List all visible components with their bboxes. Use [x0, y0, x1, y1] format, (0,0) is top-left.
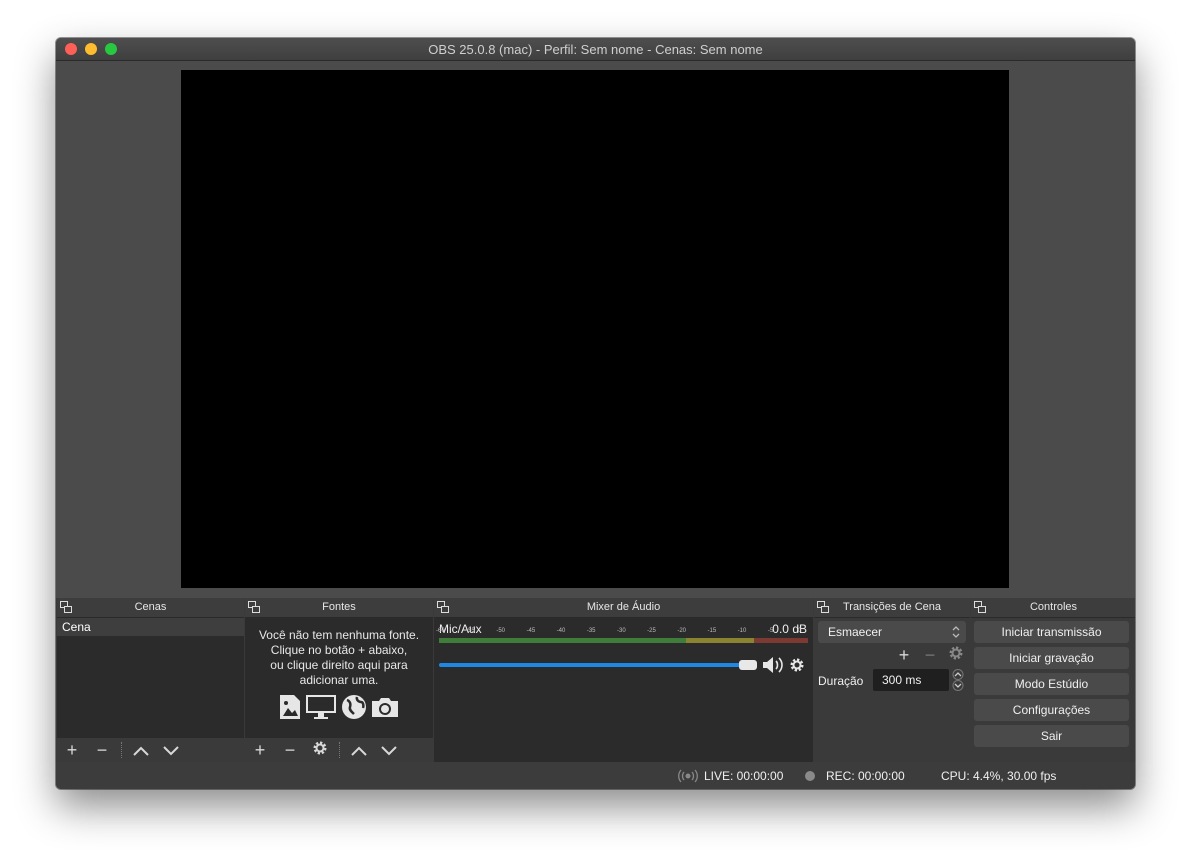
undock-icon[interactable] [817, 601, 829, 613]
undock-icon[interactable] [248, 601, 260, 613]
move-source-down-button[interactable] [376, 738, 402, 762]
mixer-dock-header: Mixer de Áudio [434, 598, 813, 618]
hint-line: adicionar uma. [299, 673, 379, 687]
meter-tick-label: -5 [767, 628, 774, 634]
transition-select[interactable]: Esmaecer [818, 621, 966, 643]
transition-select-value: Esmaecer [828, 625, 883, 639]
globe-icon [341, 695, 366, 719]
hint-line: Clique no botão + abaixo, [270, 643, 408, 657]
broadcast-icon [678, 769, 698, 783]
volume-meter [439, 638, 808, 643]
meter-tick-label: -25 [647, 628, 656, 634]
scenes-dock-header: Cenas [57, 598, 244, 618]
meter-tick-label: -40 [556, 628, 566, 634]
remove-source-button[interactable]: − [277, 738, 303, 762]
title-bar: OBS 25.0.8 (mac) - Perfil: Sem nome - Ce… [56, 38, 1135, 61]
add-scene-button[interactable]: + [59, 738, 85, 762]
start-streaming-button[interactable]: Iniciar transmissão [974, 621, 1129, 643]
move-scene-up-button[interactable] [128, 738, 154, 762]
sources-toolbar: + − [245, 738, 433, 762]
undock-icon[interactable] [437, 601, 449, 613]
remove-transition-button[interactable]: − [917, 643, 943, 667]
meter-tick-label: -50 [496, 628, 505, 634]
chevron-down-icon [381, 746, 397, 756]
start-recording-button[interactable]: Iniciar gravação [974, 647, 1129, 669]
toolbar-separator [339, 742, 341, 758]
duration-label: Duração [818, 674, 864, 688]
remove-scene-button[interactable]: − [89, 738, 115, 762]
meter-ticks: -60 -55 -50 -45 -40 -35 -30 -25 -20 -15 -10 -5 0 [436, 628, 808, 638]
transition-properties-button[interactable] [943, 643, 969, 667]
controls-dock-header: Controles [971, 598, 1135, 618]
audio-mixer-dock: Mixer de Áudio Mic/Aux 0.0 dB -60 -55 -50-… [433, 598, 813, 762]
controls-dock: Controles Iniciar transmissão Iniciar gr… [970, 598, 1135, 762]
speaker-icon[interactable] [761, 656, 785, 674]
meter-tick-label: -20 [677, 628, 686, 634]
window-title: OBS 25.0.8 (mac) - Perfil: Sem nome - Ce… [428, 42, 763, 57]
toolbar-separator [121, 742, 123, 758]
live-timer: LIVE: 00:00:00 [704, 769, 784, 783]
gear-icon [313, 741, 327, 755]
transitions-dock-header: Transições de Cena [814, 598, 970, 618]
meter-tick-label: -10 [737, 628, 747, 634]
exit-button[interactable]: Sair [974, 725, 1129, 747]
add-transition-button[interactable]: + [891, 643, 917, 667]
hint-line: ou clique direito aqui para [270, 658, 408, 672]
meter-tick-label: -55 [466, 628, 475, 634]
gear-icon [949, 646, 963, 660]
status-bar: LIVE: 00:00:00 REC: 00:00:00 CPU: 4.4%, … [56, 762, 1135, 789]
move-scene-down-button[interactable] [158, 738, 184, 762]
meter-tick-label: -35 [586, 628, 596, 634]
no-sources-hint[interactable]: Você não tem nenhuma fonte. Clique no bo… [245, 618, 433, 724]
source-properties-button[interactable] [307, 738, 333, 762]
monitor-icon [306, 695, 337, 719]
duration-stepper-icon[interactable] [951, 669, 965, 691]
sources-dock: Fontes Você não tem nenhuma fonte. Cliqu… [244, 598, 433, 762]
meter-tick-label: 0 [798, 628, 802, 634]
scenes-dock-title: Cenas [134, 601, 167, 613]
volume-slider[interactable] [439, 659, 759, 671]
meter-tick-label: -60 [436, 628, 445, 634]
meter-tick-label: -15 [707, 628, 717, 634]
rec-timer: REC: 00:00:00 [826, 769, 905, 783]
rec-indicator-icon [805, 771, 815, 781]
image-icon [279, 695, 300, 719]
sources-dock-title: Fontes [322, 601, 356, 613]
move-source-up-button[interactable] [346, 738, 372, 762]
source-type-icons [245, 694, 433, 724]
undock-icon[interactable] [974, 601, 986, 613]
transitions-dock: Transições de Cena Esmaecer + − Duração … [813, 598, 970, 762]
scenes-dock: Cenas Cena + − [56, 598, 244, 762]
sources-dock-header: Fontes [245, 598, 433, 618]
hint-line: Você não tem nenhuma fonte. [258, 628, 420, 642]
transitions-dock-title: Transições de Cena [842, 601, 942, 613]
controls-dock-title: Controles [1029, 601, 1078, 613]
meter-tick-label: -45 [526, 628, 536, 634]
undock-icon[interactable] [60, 601, 72, 613]
studio-mode-button[interactable]: Modo Estúdio [974, 673, 1129, 695]
mixer-dock-title: Mixer de Áudio [586, 601, 661, 613]
duration-value: 300 ms [882, 673, 922, 687]
program-preview[interactable] [181, 70, 1009, 588]
scenes-toolbar: + − [57, 738, 244, 762]
duration-spinbox[interactable]: 300 ms [873, 669, 949, 691]
select-arrows-icon [952, 626, 960, 638]
chevron-down-icon [163, 746, 179, 756]
chevron-up-icon [351, 746, 367, 756]
preview-area[interactable] [56, 61, 1135, 598]
cpu-fps: CPU: 4.4%, 30.00 fps [941, 769, 1057, 783]
obs-window: OBS 25.0.8 (mac) - Perfil: Sem nome - Ce… [56, 38, 1135, 789]
chevron-up-icon [133, 746, 149, 756]
meter-tick-label: -30 [617, 628, 626, 634]
scene-list-item[interactable]: Cena [57, 618, 244, 636]
camera-icon [372, 698, 399, 717]
gear-icon[interactable] [789, 657, 805, 673]
settings-button[interactable]: Configurações [974, 699, 1129, 721]
add-source-button[interactable]: + [247, 738, 273, 762]
